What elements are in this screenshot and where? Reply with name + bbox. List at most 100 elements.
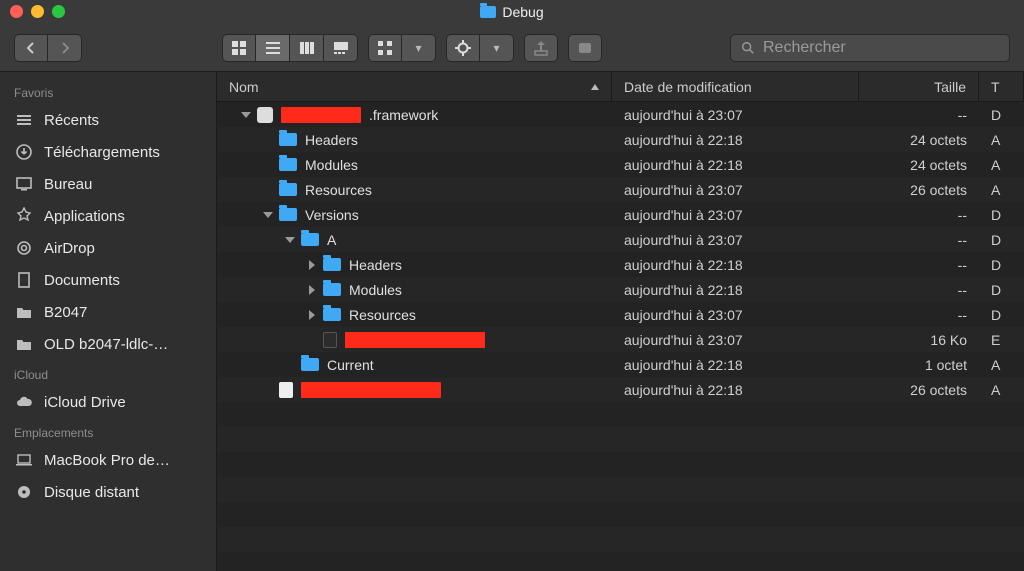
file-name: Modules <box>349 282 402 298</box>
table-row[interactable]: .frameworkaujourd'hui à 23:07--D <box>217 102 1024 127</box>
table-row[interactable]: Modulesaujourd'hui à 22:1824 octetsA <box>217 152 1024 177</box>
table-row[interactable]: Resourcesaujourd'hui à 23:0726 octetsA <box>217 177 1024 202</box>
file-size: 16 Ko <box>930 332 967 348</box>
sidebar-item[interactable]: Téléchargements <box>0 136 216 168</box>
folder-icon <box>279 208 297 221</box>
column-view-button[interactable] <box>290 34 324 62</box>
sidebar-item[interactable]: Documents <box>0 264 216 296</box>
file-kind: D <box>991 257 1001 273</box>
table-row[interactable]: Resourcesaujourd'hui à 23:07--D <box>217 302 1024 327</box>
disclosure-triangle-closed-icon[interactable] <box>309 310 315 320</box>
table-row[interactable]: Currentaujourd'hui à 22:181 octetA <box>217 352 1024 377</box>
sidebar-item[interactable]: iCloud Drive <box>0 386 216 418</box>
apps-icon <box>14 206 34 226</box>
share-button[interactable] <box>524 34 558 62</box>
sidebar: FavorisRécents Téléchargements Bureau Appli… <box>0 72 217 571</box>
icon-view-button[interactable] <box>222 34 256 62</box>
sidebar-item-label: Bureau <box>44 176 92 193</box>
file-name-suffix: .framework <box>369 107 438 123</box>
action-menu-button[interactable]: ▾ <box>480 34 514 62</box>
download-icon <box>14 142 34 162</box>
folder-icon <box>323 283 341 296</box>
disclosure-triangle-open-icon[interactable] <box>285 237 295 243</box>
column-name[interactable]: Nom <box>217 72 612 101</box>
executable-icon <box>323 332 337 348</box>
folder-icon <box>14 302 34 322</box>
file-size: -- <box>958 107 967 123</box>
date-modified: aujourd'hui à 23:07 <box>624 232 743 248</box>
back-button[interactable] <box>14 34 48 62</box>
sidebar-item[interactable]: OLD b2047-ldlc-… <box>0 328 216 360</box>
table-row[interactable]: aujourd'hui à 23:0716 KoE <box>217 327 1024 352</box>
disclosure-triangle-closed-icon[interactable] <box>309 285 315 295</box>
disclosure-triangle-open-icon[interactable] <box>241 112 251 118</box>
redacted-name <box>301 382 441 398</box>
forward-button[interactable] <box>48 34 82 62</box>
file-icon <box>279 382 293 398</box>
tags-button[interactable] <box>568 34 602 62</box>
disclosure-triangle-open-icon[interactable] <box>263 212 273 218</box>
file-kind: D <box>991 307 1001 323</box>
column-kind[interactable]: T <box>979 72 1024 101</box>
titlebar: Debug <box>0 0 1024 24</box>
list-view-button[interactable] <box>256 34 290 62</box>
file-size: 26 octets <box>910 182 967 198</box>
sidebar-item[interactable]: Récents <box>0 104 216 136</box>
date-modified: aujourd'hui à 23:07 <box>624 207 743 223</box>
sidebar-item-label: Applications <box>44 208 125 225</box>
file-size: -- <box>958 207 967 223</box>
action-button[interactable] <box>446 34 480 62</box>
gallery-view-button[interactable] <box>324 34 358 62</box>
action-segmented: ▾ <box>446 34 514 62</box>
sidebar-item[interactable]: Bureau <box>0 168 216 200</box>
sidebar-item[interactable]: MacBook Pro de… <box>0 444 216 476</box>
redacted-name <box>345 332 485 348</box>
sidebar-item[interactable]: Applications <box>0 200 216 232</box>
file-kind: D <box>991 207 1001 223</box>
sidebar-item[interactable]: B2047 <box>0 296 216 328</box>
file-size: -- <box>958 307 967 323</box>
table-row[interactable]: Headersaujourd'hui à 22:18--D <box>217 252 1024 277</box>
file-kind: D <box>991 232 1001 248</box>
fullscreen-button[interactable] <box>52 5 65 18</box>
table-row[interactable]: Aaujourd'hui à 23:07--D <box>217 227 1024 252</box>
column-date[interactable]: Date de modification <box>612 72 859 101</box>
framework-icon <box>257 107 273 123</box>
close-button[interactable] <box>10 5 23 18</box>
minimize-button[interactable] <box>31 5 44 18</box>
table-row[interactable]: Headersaujourd'hui à 22:1824 octetsA <box>217 127 1024 152</box>
table-row[interactable]: Modulesaujourd'hui à 22:18--D <box>217 277 1024 302</box>
folder-icon <box>301 358 319 371</box>
table-row[interactable]: Versions aujourd'hui à 23:07 -- D <box>217 202 1024 227</box>
date-modified: aujourd'hui à 23:07 <box>624 182 743 198</box>
disclosure-triangle-closed-icon[interactable] <box>309 260 315 270</box>
file-size: -- <box>958 257 967 273</box>
file-size: 24 octets <box>910 157 967 173</box>
column-headers: Nom Date de modification Taille T <box>217 72 1024 102</box>
date-modified: aujourd'hui à 23:07 <box>624 107 743 123</box>
sidebar-section-header: Favoris <box>0 78 216 104</box>
folder-icon <box>279 133 297 146</box>
folder-icon <box>14 334 34 354</box>
file-list: .framework aujourd'hui à 23:07 -- D Headersa… <box>217 102 1024 571</box>
file-name: A <box>327 232 336 248</box>
search-field[interactable]: Rechercher <box>730 34 1010 62</box>
column-size[interactable]: Taille <box>859 72 979 101</box>
file-name: Versions <box>305 207 359 223</box>
table-row[interactable]: aujourd'hui à 22:1826 octetsA <box>217 377 1024 402</box>
arrange-button[interactable] <box>368 34 402 62</box>
window-title: Debug <box>480 4 543 20</box>
main-pane: Nom Date de modification Taille T .frame… <box>217 72 1024 571</box>
laptop-icon <box>14 450 34 470</box>
arrange-menu-button[interactable]: ▾ <box>402 34 436 62</box>
file-kind: A <box>991 182 1000 198</box>
folder-icon <box>301 233 319 246</box>
date-modified: aujourd'hui à 23:07 <box>624 332 743 348</box>
file-size: 26 octets <box>910 382 967 398</box>
search-placeholder: Rechercher <box>763 39 846 57</box>
sidebar-item-label: Téléchargements <box>44 144 160 161</box>
sidebar-item[interactable]: Disque distant <box>0 476 216 508</box>
sidebar-item-label: iCloud Drive <box>44 394 126 411</box>
sidebar-item[interactable]: AirDrop <box>0 232 216 264</box>
date-modified: aujourd'hui à 22:18 <box>624 382 743 398</box>
